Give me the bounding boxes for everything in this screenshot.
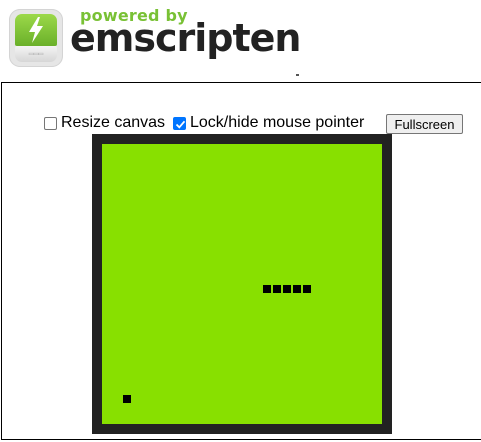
lock-pointer-option[interactable]: Lock/hide mouse pointer: [173, 112, 364, 134]
resize-canvas-checkbox[interactable]: [44, 116, 57, 130]
snake-segment: [283, 285, 291, 293]
snake-segment: [263, 285, 271, 293]
fullscreen-button[interactable]: Fullscreen: [386, 114, 463, 134]
brand-wordmark: emscripten: [70, 16, 301, 60]
emscripten-logo-icon: ▭▭▭: [9, 9, 63, 67]
snake-segment: [293, 285, 301, 293]
lock-pointer-label: Lock/hide mouse pointer: [190, 114, 365, 131]
resize-canvas-option[interactable]: Resize canvas: [44, 112, 165, 134]
food-pellet: [123, 395, 131, 403]
resize-canvas-label: Resize canvas: [61, 114, 166, 131]
header: ▭▭▭ powered by emscripten: [0, 0, 481, 82]
snake-segment: [273, 285, 281, 293]
keyboard-key-icon: ▭▭▭: [15, 46, 57, 62]
game-canvas[interactable]: [102, 144, 382, 424]
snake-segment: [303, 285, 311, 293]
divider-mark: [296, 74, 299, 76]
lock-pointer-checkbox[interactable]: [173, 116, 186, 130]
lightning-bolt-icon: [15, 14, 57, 46]
